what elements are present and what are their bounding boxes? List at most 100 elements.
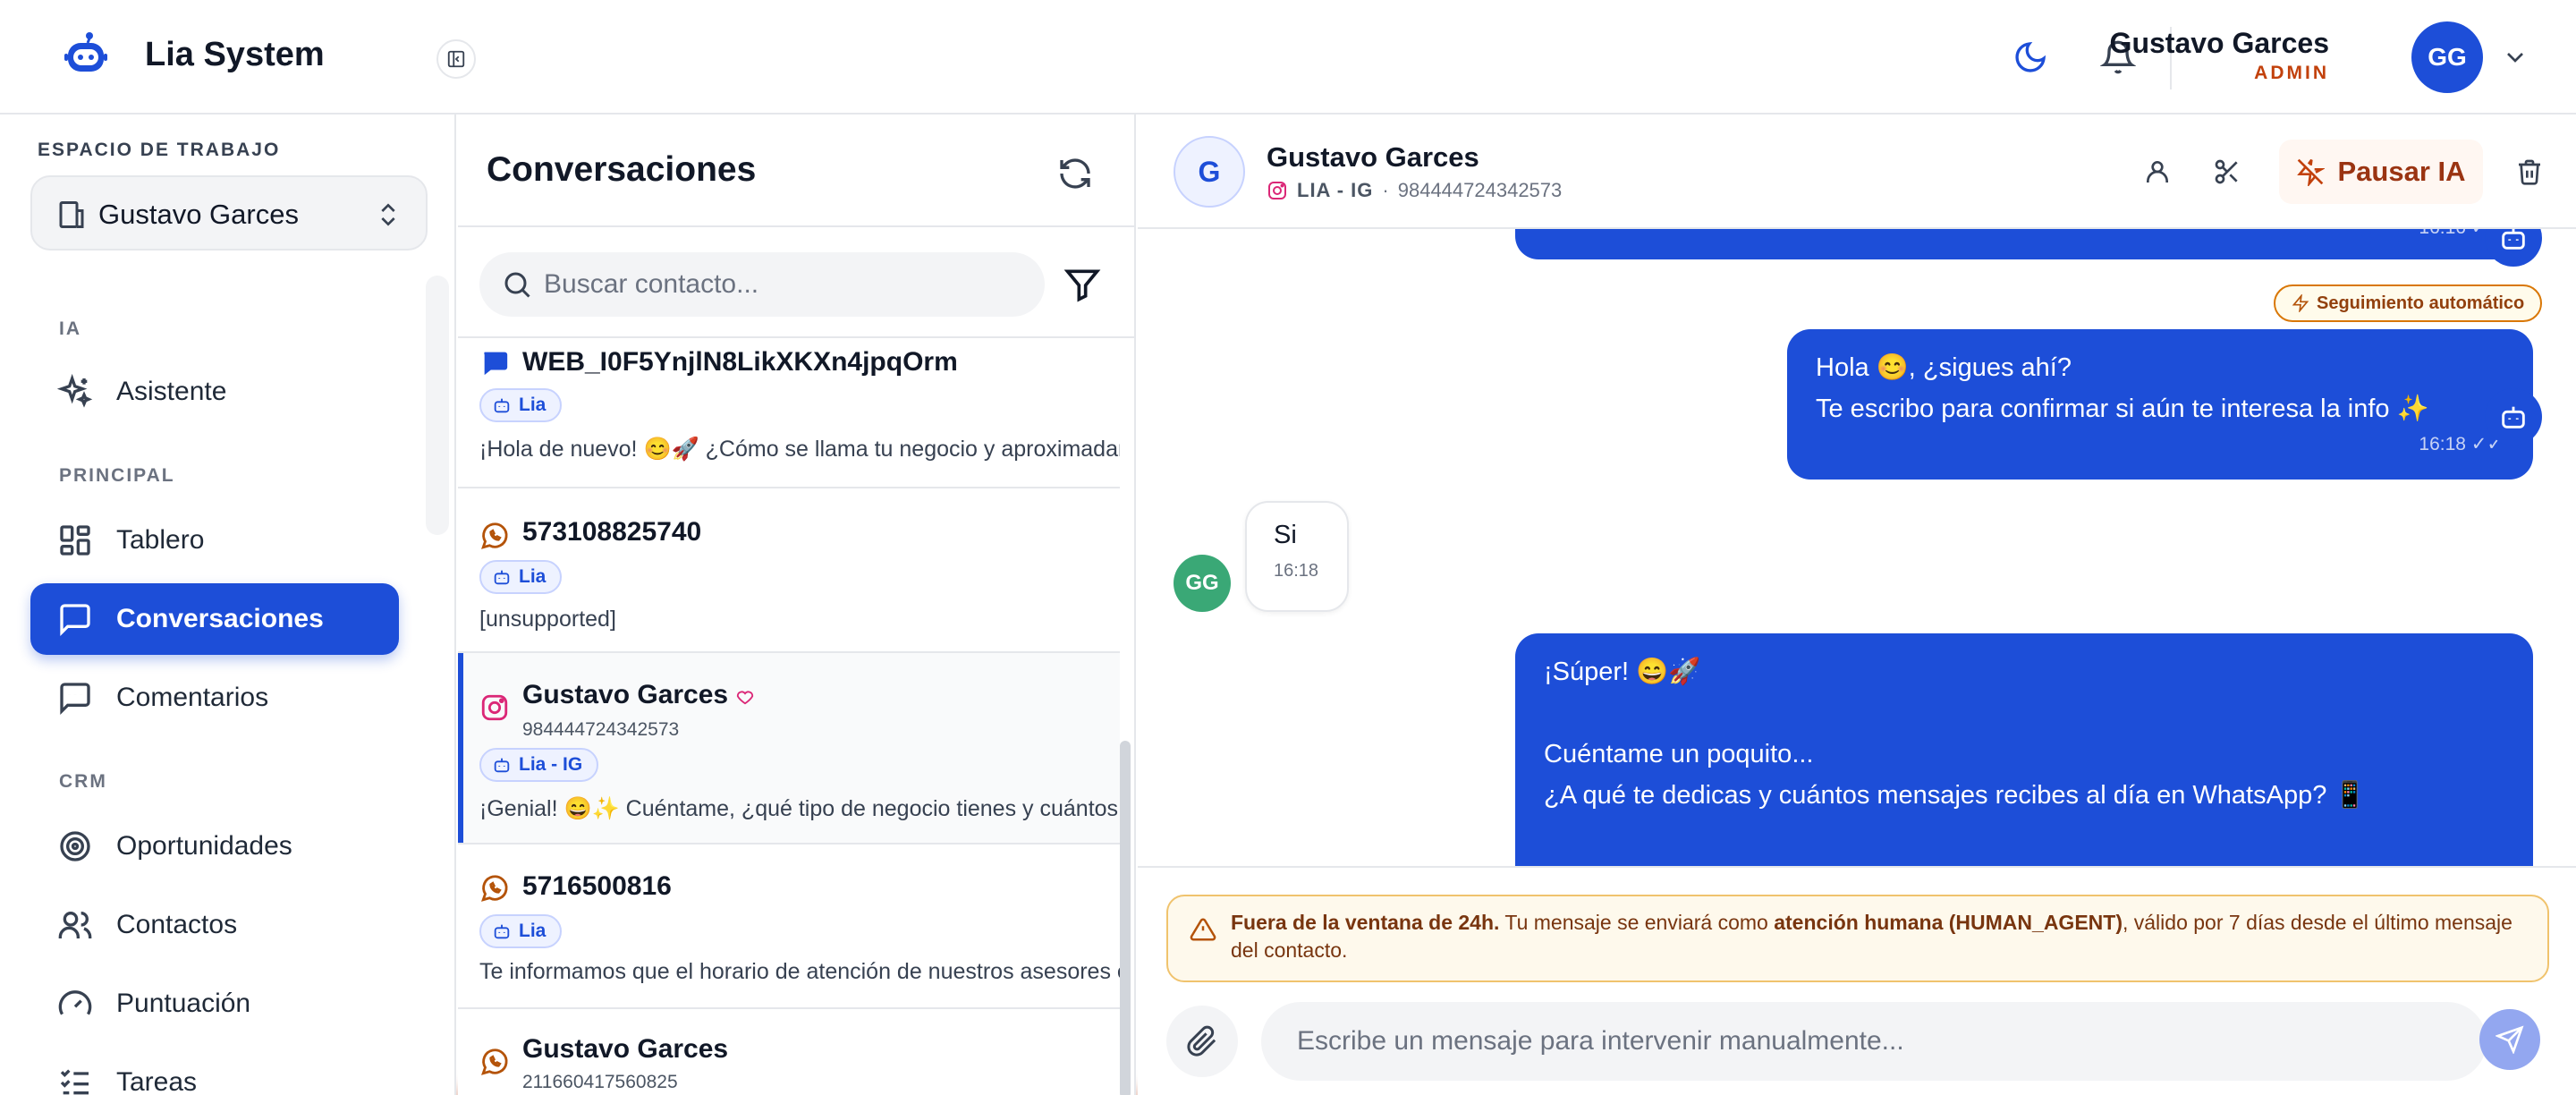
pause-ai-label: Pausar IA <box>2337 156 2466 187</box>
delete-button[interactable] <box>2510 152 2549 191</box>
search-icon <box>504 272 530 298</box>
whatsapp-icon <box>481 1048 508 1075</box>
sidebar-item-label: Conversaciones <box>116 604 324 633</box>
message-bubble-incoming: Si 16:18 <box>1245 501 1349 612</box>
cut-button[interactable] <box>2207 152 2247 191</box>
sidebar-item-oportunidades[interactable]: Oportunidades <box>30 811 399 882</box>
comments-icon <box>60 683 90 716</box>
message-preview: ¡Genial! 😄✨ Cuéntame, ¿qué tipo de negoc… <box>479 796 1120 821</box>
chat-header: G Gustavo Garces LIA - IG · 984444724342… <box>1138 115 2576 229</box>
filter-button[interactable] <box>1063 265 1102 304</box>
sidebar-item-tablero[interactable]: Tablero <box>30 505 399 576</box>
message-text: Si <box>1274 521 1297 549</box>
sidebar-item-contactos[interactable]: Contactos <box>30 889 399 961</box>
chat-icon <box>60 604 90 637</box>
building-icon <box>59 201 84 228</box>
warning-text: Fuera de la ventana de 24h. Tu mensaje s… <box>1231 909 2528 964</box>
filter-icon <box>1063 269 1101 302</box>
top-header: Lia System Gustavo Garces ADMIN GG <box>0 0 2576 115</box>
send-button[interactable] <box>2479 1009 2540 1070</box>
conversation-item[interactable]: 5716500816 Lia Te informamos que el hora… <box>458 845 1120 1009</box>
heart-icon <box>736 691 754 705</box>
refresh-icon <box>1060 158 1090 189</box>
contact-avatar: G <box>1174 136 1245 208</box>
message-input[interactable] <box>1261 1002 2487 1081</box>
warning-bold: atención humana (HUMAN_AGENT) <box>1774 911 2123 934</box>
target-icon <box>60 831 90 862</box>
sidebar-item-label: Tareas <box>116 1067 198 1095</box>
collapse-sidebar-button[interactable] <box>436 39 476 79</box>
whatsapp-icon <box>481 875 508 902</box>
attach-button[interactable] <box>1166 1006 1238 1077</box>
user-avatar[interactable]: GG <box>2411 21 2483 93</box>
pause-ai-button[interactable]: Pausar IA <box>2279 140 2483 204</box>
panel-left-icon <box>447 50 465 68</box>
whatsapp-icon <box>481 522 508 549</box>
message-text: Te escribo para confirmar si aún te inte… <box>1816 395 2429 423</box>
warning-bold: Fuera de la ventana de 24h. <box>1231 911 1500 934</box>
paperclip-icon <box>1187 1025 1216 1057</box>
conversation-item[interactable]: 573108825740 Lia [unsupported] <box>458 488 1120 653</box>
dark-mode-toggle[interactable] <box>2009 36 2052 79</box>
conversation-item[interactable]: WEB_I0F5YnjlN8LikXKXn4jpqOrm Lia ¡Hola d… <box>458 338 1120 488</box>
sidebar-item-label: Oportunidades <box>116 831 292 861</box>
chat-panel: G Gustavo Garces LIA - IG · 984444724342… <box>1138 115 2576 1095</box>
bot-icon <box>494 570 510 585</box>
section-label-ia: IA <box>59 318 81 339</box>
sidebar-item-asistente[interactable]: Asistente <box>30 356 399 428</box>
search-input[interactable] <box>544 263 1027 306</box>
trash-icon <box>2519 159 2540 185</box>
conversation-name-text: Gustavo Garces <box>522 680 729 709</box>
channel-label: LIA - IG <box>1297 179 1374 201</box>
message-bubble-outgoing: 16:16 ✓✓ <box>1515 229 2533 259</box>
message-time: 16:18 <box>1274 561 1319 581</box>
contact-name: Gustavo Garces <box>1267 141 1479 173</box>
list-check-icon <box>60 1069 89 1095</box>
web-chat-icon <box>484 352 508 376</box>
agent-badge: Lia - IG <box>479 748 599 782</box>
zap-off-icon <box>2297 158 2326 186</box>
search-box[interactable] <box>479 252 1045 317</box>
bot-icon <box>494 758 510 773</box>
sidebar-item-conversaciones[interactable]: Conversaciones <box>30 583 399 655</box>
moon-icon <box>2015 41 2046 72</box>
message-text: Hola 😊, ¿sigues ahí? <box>1816 353 2072 382</box>
sidebar-item-puntuacion[interactable]: Puntuación <box>30 968 399 1040</box>
instagram-icon <box>481 694 508 721</box>
sidebar-scrollbar[interactable] <box>426 276 449 535</box>
conversation-item-selected[interactable]: Gustavo Garces 984444724342573 Lia - IG … <box>458 653 1120 845</box>
conversation-name: WEB_I0F5YnjlN8LikXKXn4jpqOrm <box>522 347 958 377</box>
conversation-name: Gustavo Garces <box>522 1034 729 1064</box>
chevrons-up-down-icon <box>381 203 395 226</box>
gauge-icon <box>58 990 92 1015</box>
message-time-text: 16:18 <box>2419 434 2466 454</box>
conversation-item[interactable]: Gustavo Garces 211660417560825 <box>458 1009 1120 1095</box>
instagram-icon <box>1268 182 1286 199</box>
contact-id: 211660417560825 <box>522 1072 678 1092</box>
sidebar-item-comentarios[interactable]: Comentarios <box>30 662 399 734</box>
conversation-list-panel: Conversaciones WEB_I0F5YnjlN8LikXKXn4jpq… <box>458 115 1136 1095</box>
contact-meta: LIA - IG · 984444724342573 <box>1267 179 1562 202</box>
contact-profile-button[interactable] <box>2138 152 2177 191</box>
list-scrollbar[interactable] <box>1120 741 1131 1095</box>
bot-avatar <box>2485 388 2542 446</box>
message-preview: [unsupported] <box>479 607 616 632</box>
badge-label: Lia - IG <box>519 754 583 775</box>
agent-badge: Lia <box>479 914 563 948</box>
send-icon <box>2496 1025 2524 1054</box>
bot-icon <box>494 924 510 939</box>
user-menu-chevron[interactable] <box>2501 43 2529 72</box>
zap-icon <box>2292 294 2309 312</box>
sidebar-item-label: Comentarios <box>116 683 269 712</box>
sidebar-item-tareas[interactable]: Tareas <box>30 1047 399 1095</box>
contact-id: 984444724342573 <box>1397 179 1563 201</box>
conversation-name: Gustavo Garces <box>522 680 755 710</box>
refresh-button[interactable] <box>1057 156 1093 191</box>
bot-avatar <box>2485 229 2542 267</box>
followup-label: Seguimiento automático <box>2317 293 2525 313</box>
bot-icon <box>2502 229 2525 250</box>
user-icon <box>2147 161 2168 182</box>
bot-icon <box>494 398 510 413</box>
workspace-select[interactable]: Gustavo Garces <box>30 175 428 250</box>
